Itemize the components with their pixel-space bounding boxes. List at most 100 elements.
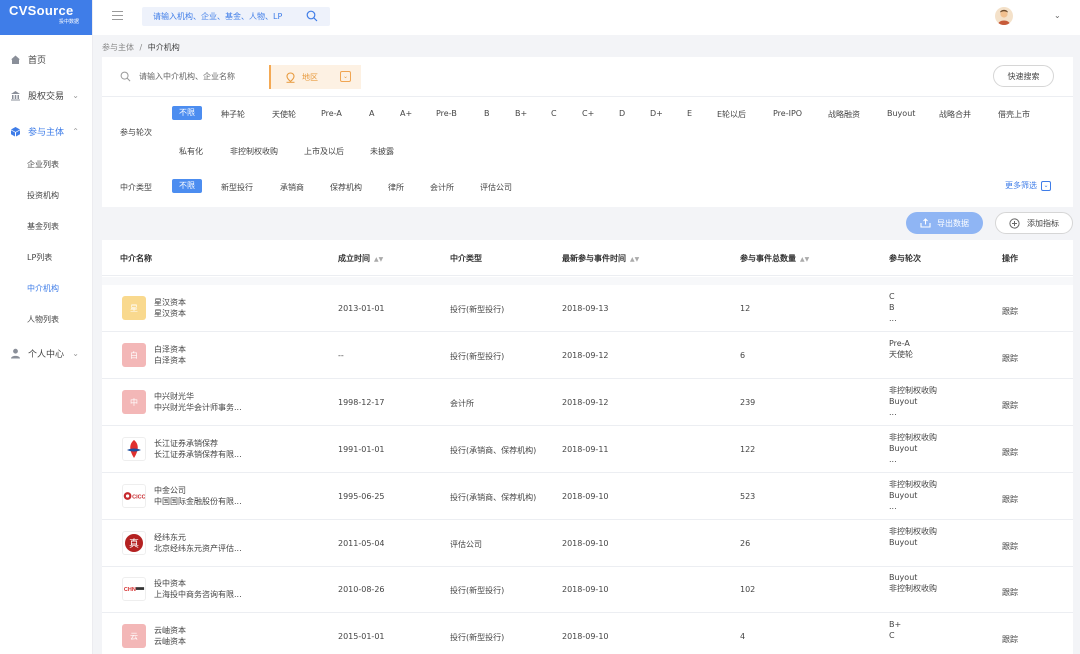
breadcrumb-parent[interactable]: 参与主体 — [102, 43, 134, 52]
org-name-cell[interactable]: 星汉资本 星汉资本 — [154, 297, 186, 319]
round-tag[interactable]: 种子轮 — [221, 109, 245, 120]
table-row[interactable]: CICC 中金公司 中国国际金融股份有限... 1995-06-25 投行(承销商、保荐… — [102, 473, 1073, 520]
round-tag[interactable]: 战略合并 — [939, 109, 971, 120]
sort-icon[interactable]: ▲▼ — [374, 256, 383, 263]
col-founded[interactable]: 成立时间 ▲▼ — [338, 253, 383, 264]
nav-item-home[interactable]: 首页 — [0, 41, 92, 77]
nav-item-equity[interactable]: 股权交易 ⌄ — [0, 77, 92, 113]
org-name[interactable]: 中金公司 — [154, 485, 242, 496]
export-data-button[interactable]: 导出数据 — [906, 212, 983, 234]
table-row[interactable]: 白白泽资本 白泽资本 -- 投行(新型投行) 2018-09-12 6 Pre-A 天使轮 跟踪 — [102, 332, 1073, 379]
region-filter[interactable]: 地区 ⌄ — [269, 65, 361, 89]
table-row[interactable]: 云云岫资本 云岫资本 2015-01-01 投行(新型投行) 2018-09-10 4 B+… — [102, 613, 1073, 654]
track-link[interactable]: 跟踪 — [1002, 353, 1018, 364]
table-row[interactable]: CHN 投中资本 上海投中商务咨询有限... 2010-08-26 投行(新型投行) 20… — [102, 566, 1073, 613]
round-tag[interactable]: A+ — [400, 109, 412, 118]
org-name-cell[interactable]: 云岫资本 云岫资本 — [154, 625, 186, 647]
table-row[interactable]: 长江证券承销保荐 长江证券承销保荐有限... 1991-01-01 投行(承销商、保荐… — [102, 426, 1073, 473]
nav-item-personal[interactable]: 个人中心 ⌄ — [0, 335, 92, 371]
round-tag[interactable]: 战略融资 — [828, 109, 860, 120]
intermediary-search-input[interactable]: 请输入中介机构、企业名称 — [120, 71, 235, 82]
quick-search-button[interactable]: 快速搜索 — [993, 65, 1054, 87]
round-tag[interactable]: B — [484, 109, 490, 118]
global-search-input[interactable]: 请输入机构、企业、基金、人物、LP — [142, 7, 330, 26]
round-tag[interactable]: Pre-A — [321, 109, 342, 118]
menu-toggle-icon[interactable] — [112, 11, 123, 21]
nav-sub-intermediaries[interactable]: 中介机构 — [0, 273, 92, 304]
track-link[interactable]: 跟踪 — [1002, 587, 1018, 598]
type-tag[interactable]: 评估公司 — [480, 182, 512, 193]
add-index-button[interactable]: 添加指标 — [995, 212, 1073, 234]
nav-sub-companies[interactable]: 企业列表 — [0, 149, 92, 180]
table-row[interactable]: 星星汉资本 星汉资本 2013-01-01 投行(新型投行) 2018-09-13 12 C… — [102, 285, 1073, 332]
type-tag[interactable]: 保荐机构 — [330, 182, 362, 193]
nav-sub-lps[interactable]: LP列表 — [0, 242, 92, 273]
org-name-cell[interactable]: 长江证券承销保荐 长江证券承销保荐有限... — [154, 438, 242, 460]
org-name-cell[interactable]: 经纬东元 北京经纬东元资产评估... — [154, 532, 242, 554]
round-tag[interactable]: A — [369, 109, 374, 118]
round-tag[interactable]: Pre-B — [436, 109, 457, 118]
nav-sub-people[interactable]: 人物列表 — [0, 304, 92, 335]
round-tag[interactable]: D — [619, 109, 625, 118]
round-tag[interactable]: 私有化 — [179, 146, 203, 157]
round-tag[interactable]: E — [687, 109, 692, 118]
org-name-cell[interactable]: 白泽资本 白泽资本 — [154, 344, 186, 366]
round-tag[interactable]: 天使轮 — [272, 109, 296, 120]
latest-cell: 2018-09-10 — [562, 492, 609, 501]
type-tag-any[interactable]: 不限 — [172, 179, 202, 193]
table-row[interactable]: 真 经纬东元 北京经纬东元资产评估... 2011-05-04 评估公司 2018-09-… — [102, 520, 1073, 567]
rounds-cell: C B... — [889, 291, 897, 324]
org-name[interactable]: 云岫资本 — [154, 625, 186, 636]
table-row[interactable]: 中 中兴财光华 中兴财光华会计师事务... 1998-12-17 会计所 2018-09-… — [102, 379, 1073, 426]
round-tag[interactable]: C — [551, 109, 557, 118]
sort-icon[interactable]: ▲▼ — [800, 256, 809, 263]
org-name-cell[interactable]: 中兴财光华 中兴财光华会计师事务... — [154, 391, 242, 413]
nav-sub-funds[interactable]: 基金列表 — [0, 211, 92, 242]
chevron-down-icon[interactable]: ⌄ — [1054, 11, 1061, 20]
nav-sub-investors[interactable]: 投资机构 — [0, 180, 92, 211]
track-link[interactable]: 跟踪 — [1002, 494, 1018, 505]
org-name[interactable]: 经纬东元 — [154, 532, 242, 543]
org-name[interactable]: 长江证券承销保荐 — [154, 438, 242, 449]
org-name[interactable]: 星汉资本 — [154, 297, 186, 308]
type-tag[interactable]: 承销商 — [280, 182, 304, 193]
org-name[interactable]: 投中资本 — [154, 578, 242, 589]
round-tag[interactable]: D+ — [650, 109, 663, 118]
org-name-cell[interactable]: 中金公司 中国国际金融股份有限... — [154, 485, 242, 507]
round-entry: 非控制权收购 — [889, 433, 937, 442]
round-entry: ... — [889, 408, 897, 417]
org-name[interactable]: 白泽资本 — [154, 344, 186, 355]
track-link[interactable]: 跟踪 — [1002, 400, 1018, 411]
col-count[interactable]: 参与事件总数量 ▲▼ — [740, 253, 809, 264]
type-tag[interactable]: 会计所 — [430, 182, 454, 193]
type-tag[interactable]: 新型投行 — [221, 182, 253, 193]
sort-icon[interactable]: ▲▼ — [630, 256, 639, 263]
brand-logo[interactable]: CVSource 投中数据 — [0, 0, 92, 35]
track-link[interactable]: 跟踪 — [1002, 447, 1018, 458]
org-name-cell[interactable]: 投中资本 上海投中商务咨询有限... — [154, 578, 242, 600]
rounds-cell: Pre-A 天使轮 — [889, 338, 913, 360]
round-tag[interactable]: 借壳上市 — [998, 109, 1030, 120]
round-tag[interactable]: Buyout — [887, 109, 915, 118]
round-tag[interactable]: C+ — [582, 109, 594, 118]
more-filters-button[interactable]: 更多筛选 ⌄ — [1005, 180, 1051, 191]
round-tag[interactable]: 非控制权收购 — [230, 146, 278, 157]
round-tag[interactable]: Pre-IPO — [773, 109, 802, 118]
avatar[interactable] — [995, 7, 1013, 25]
round-tag-any[interactable]: 不限 — [172, 106, 202, 120]
intermediary-search-placeholder: 请输入中介机构、企业名称 — [139, 72, 235, 81]
round-tag[interactable]: 未披露 — [370, 146, 394, 157]
track-link[interactable]: 跟踪 — [1002, 541, 1018, 552]
round-tag[interactable]: 上市及以后 — [304, 146, 344, 157]
track-link[interactable]: 跟踪 — [1002, 634, 1018, 645]
col-latest[interactable]: 最新参与事件时间 ▲▼ — [562, 253, 639, 264]
org-full-name: 白泽资本 — [154, 356, 186, 365]
track-link[interactable]: 跟踪 — [1002, 306, 1018, 317]
org-full-name: 上海投中商务咨询有限... — [154, 590, 242, 599]
nav-item-participants[interactable]: 参与主体 ⌃ — [0, 113, 92, 149]
round-tag[interactable]: B+ — [515, 109, 527, 118]
round-tag[interactable]: E轮以后 — [717, 109, 746, 120]
type-tag[interactable]: 律所 — [388, 182, 404, 193]
search-icon[interactable] — [306, 10, 318, 24]
org-name[interactable]: 中兴财光华 — [154, 391, 242, 402]
